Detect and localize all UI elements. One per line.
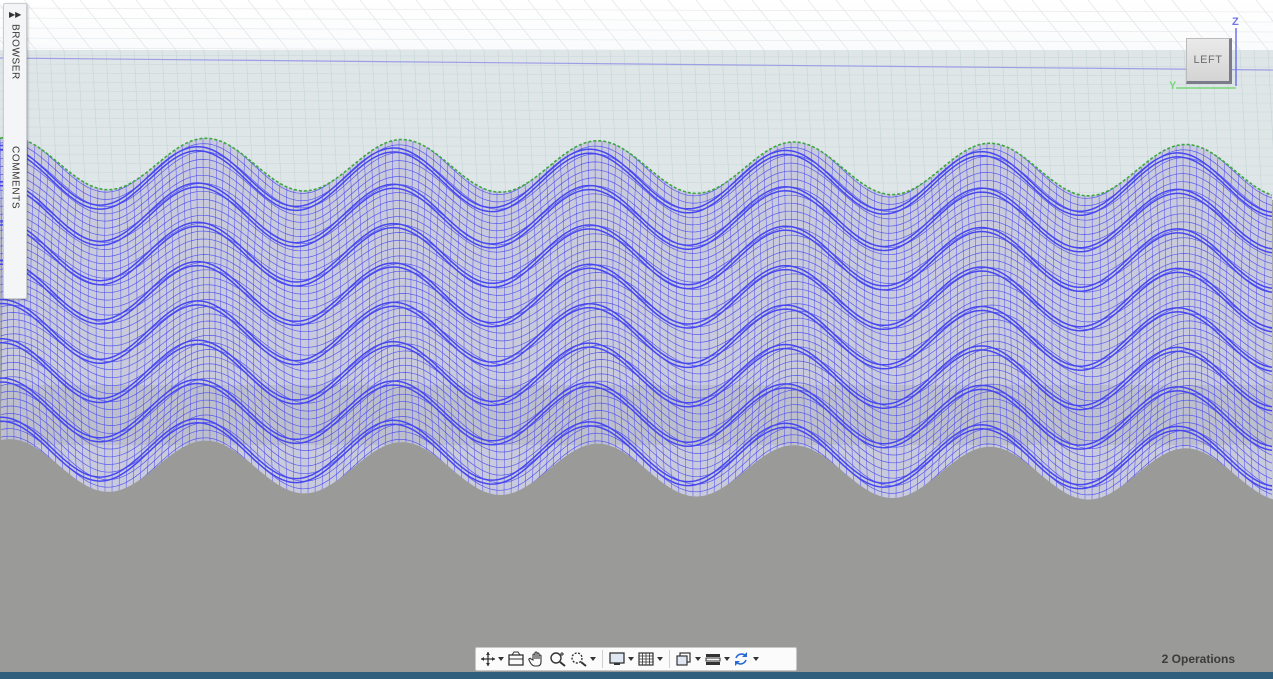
sky-backdrop	[0, 0, 1273, 50]
expand-arrows-icon[interactable]: ▶▶	[9, 10, 21, 19]
fit-button[interactable]	[570, 648, 596, 670]
toolbar-separator	[602, 650, 603, 668]
viewports-dropdown-icon[interactable]	[695, 657, 701, 661]
z-axis-label: Z	[1232, 16, 1239, 28]
orbit-button[interactable]	[480, 648, 504, 670]
display-settings-dropdown-icon[interactable]	[628, 657, 634, 661]
grid-snaps-button[interactable]	[637, 648, 663, 670]
refresh-icon	[735, 652, 747, 666]
orbit-icon	[481, 652, 495, 666]
refresh-button[interactable]	[733, 648, 759, 670]
3d-viewport[interactable]	[0, 0, 1273, 679]
viewports-icon	[676, 652, 691, 666]
pan-button[interactable]	[528, 648, 546, 670]
zoom-icon	[550, 652, 566, 667]
zoom-button[interactable]	[549, 648, 567, 670]
layers-icon	[705, 654, 721, 665]
look-at-icon	[508, 651, 524, 666]
display-settings-button[interactable]	[608, 648, 634, 670]
grid-snaps-dropdown-icon[interactable]	[657, 657, 663, 661]
status-bar	[0, 672, 1273, 679]
operations-count: 2 Operations	[1161, 652, 1235, 666]
viewports-button[interactable]	[675, 648, 701, 670]
fit-dropdown-icon[interactable]	[590, 657, 596, 661]
navigation-toolbar	[475, 647, 797, 671]
grid-snaps-icon	[638, 652, 654, 666]
look-at-button[interactable]	[507, 648, 525, 670]
viewport-canvas[interactable]	[0, 0, 1273, 679]
fit-icon	[571, 652, 587, 667]
view-cube[interactable]: Z Y LEFT	[1160, 16, 1250, 96]
view-cube-face-left[interactable]: LEFT	[1186, 38, 1232, 84]
side-panel: ▶▶ BROWSER COMMENTS	[3, 3, 27, 299]
toolbar-separator	[669, 650, 670, 668]
layers-dropdown-icon[interactable]	[724, 657, 730, 661]
pan-icon	[528, 651, 542, 667]
comments-tab-label: COMMENTS	[9, 146, 21, 210]
y-axis-label: Y	[1169, 80, 1177, 92]
browser-tab[interactable]: ▶▶ BROWSER	[4, 10, 26, 90]
layers-button[interactable]	[704, 648, 730, 670]
refresh-dropdown-icon[interactable]	[753, 657, 759, 661]
display-settings-icon	[609, 652, 625, 665]
browser-tab-label: BROWSER	[9, 24, 21, 80]
comments-tab[interactable]: COMMENTS	[4, 146, 26, 216]
orbit-dropdown-icon[interactable]	[498, 657, 504, 661]
